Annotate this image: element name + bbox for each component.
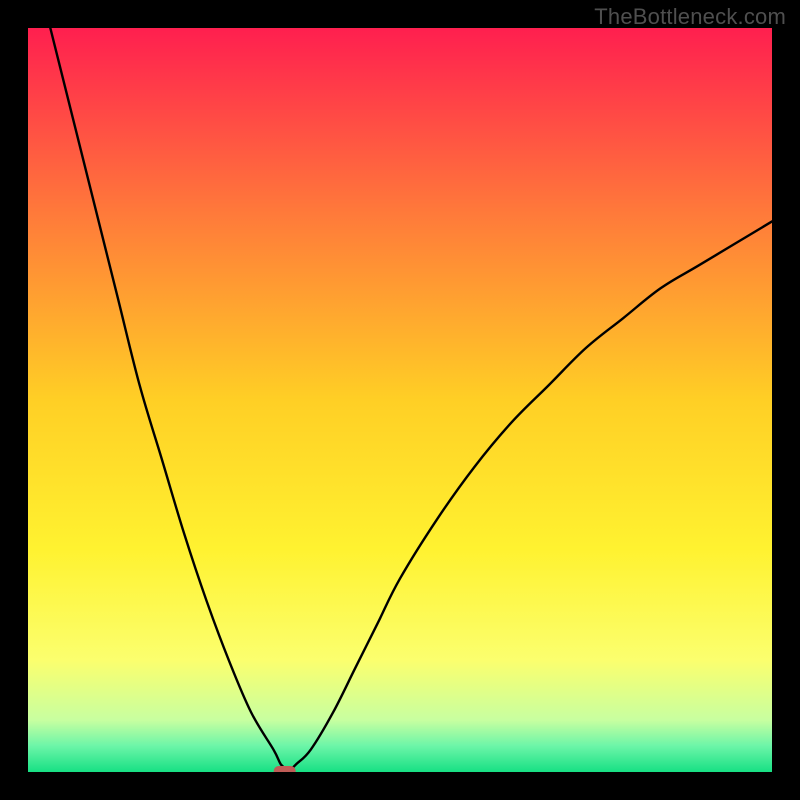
gradient-background bbox=[28, 28, 772, 772]
bottleneck-chart-svg bbox=[28, 28, 772, 772]
plot-area bbox=[28, 28, 772, 772]
optimal-marker bbox=[274, 766, 296, 772]
watermark-text: TheBottleneck.com bbox=[594, 4, 786, 30]
chart-frame: TheBottleneck.com bbox=[0, 0, 800, 800]
